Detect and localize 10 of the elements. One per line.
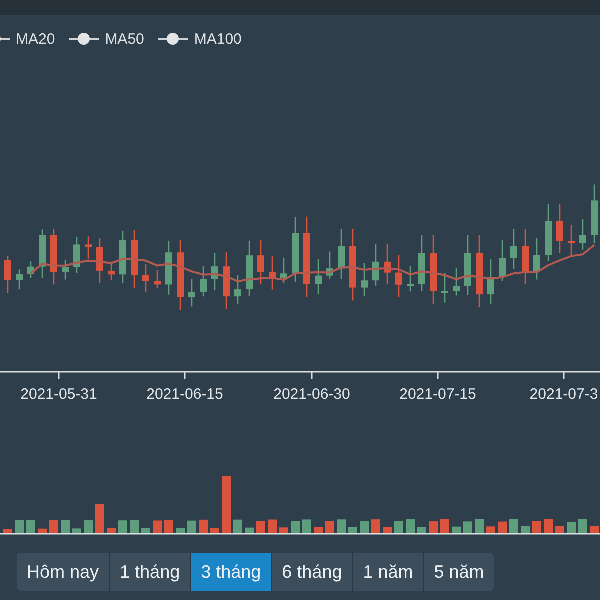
legend-label[interactable]: MA20: [16, 30, 56, 48]
range-tab[interactable]: Hôm nay: [17, 553, 110, 591]
date-label: 2021-07-15: [400, 386, 476, 403]
range-tab[interactable]: 3 tháng: [191, 553, 272, 591]
legend-label[interactable]: MA50: [105, 30, 144, 48]
date-label: 2021-07-3: [530, 386, 598, 403]
legend-label[interactable]: MA100: [194, 30, 242, 48]
date-label: 2021-06-30: [274, 386, 350, 403]
date-label: 2021-05-31: [20, 386, 98, 403]
date-label: 2021-06-15: [146, 386, 224, 403]
